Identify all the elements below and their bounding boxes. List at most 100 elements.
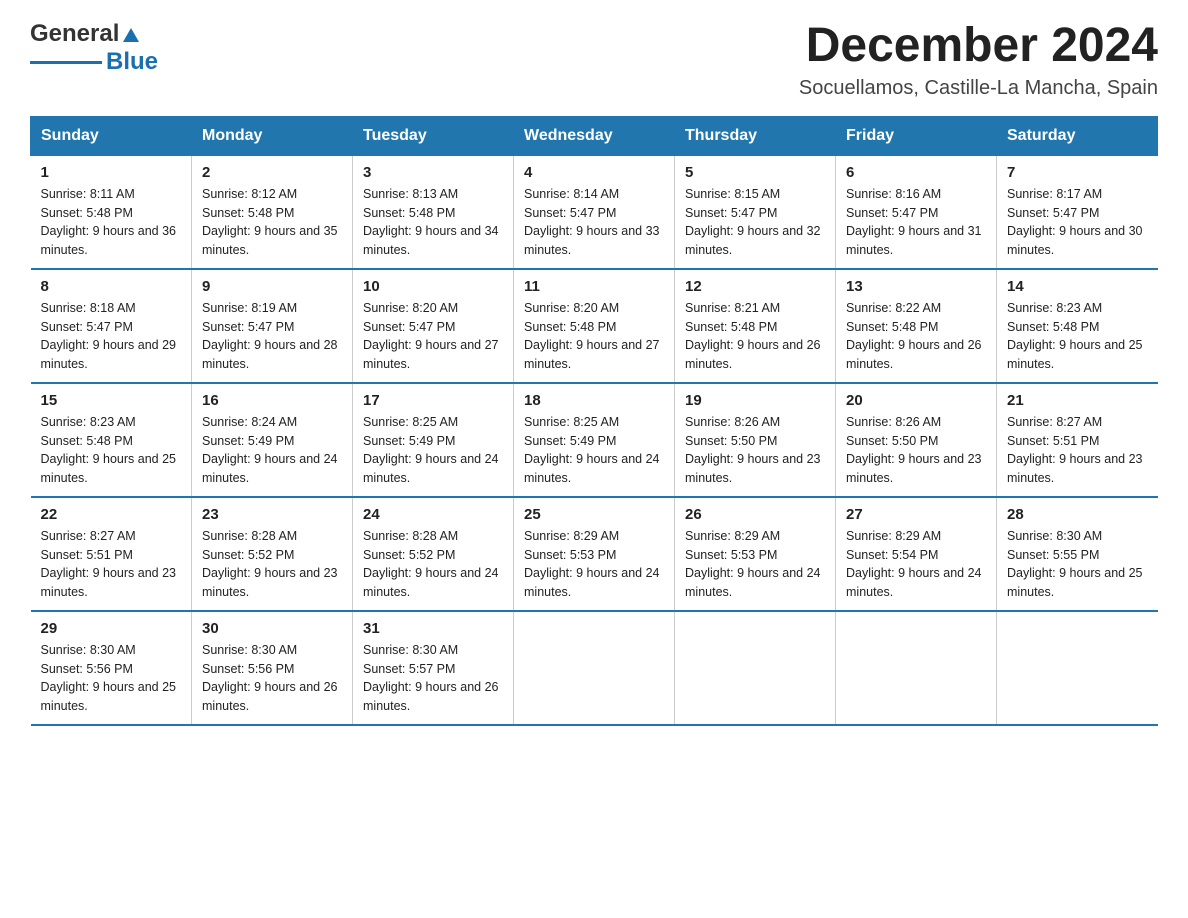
calendar-day-cell: 7 Sunrise: 8:17 AM Sunset: 5:47 PM Dayli…: [997, 155, 1158, 269]
header-wednesday: Wednesday: [514, 116, 675, 155]
weekday-header-row: Sunday Monday Tuesday Wednesday Thursday…: [31, 116, 1158, 155]
logo-general-text: General: [30, 20, 119, 48]
day-info: Sunrise: 8:22 AM Sunset: 5:48 PM Dayligh…: [846, 299, 986, 374]
day-info: Sunrise: 8:28 AM Sunset: 5:52 PM Dayligh…: [363, 527, 503, 602]
day-info: Sunrise: 8:20 AM Sunset: 5:48 PM Dayligh…: [524, 299, 664, 374]
calendar-day-cell: 29 Sunrise: 8:30 AM Sunset: 5:56 PM Dayl…: [31, 611, 192, 725]
calendar-day-cell: 5 Sunrise: 8:15 AM Sunset: 5:47 PM Dayli…: [675, 155, 836, 269]
calendar-day-cell: 21 Sunrise: 8:27 AM Sunset: 5:51 PM Dayl…: [997, 383, 1158, 497]
day-number: 4: [524, 164, 664, 181]
day-number: 20: [846, 392, 986, 409]
calendar-day-cell: 15 Sunrise: 8:23 AM Sunset: 5:48 PM Dayl…: [31, 383, 192, 497]
calendar-day-cell: 14 Sunrise: 8:23 AM Sunset: 5:48 PM Dayl…: [997, 269, 1158, 383]
day-number: 27: [846, 506, 986, 523]
calendar-day-cell: 13 Sunrise: 8:22 AM Sunset: 5:48 PM Dayl…: [836, 269, 997, 383]
calendar-day-cell: 3 Sunrise: 8:13 AM Sunset: 5:48 PM Dayli…: [353, 155, 514, 269]
calendar-week-row: 29 Sunrise: 8:30 AM Sunset: 5:56 PM Dayl…: [31, 611, 1158, 725]
calendar-week-row: 1 Sunrise: 8:11 AM Sunset: 5:48 PM Dayli…: [31, 155, 1158, 269]
calendar-day-cell: 6 Sunrise: 8:16 AM Sunset: 5:47 PM Dayli…: [836, 155, 997, 269]
header-saturday: Saturday: [997, 116, 1158, 155]
day-info: Sunrise: 8:21 AM Sunset: 5:48 PM Dayligh…: [685, 299, 825, 374]
day-info: Sunrise: 8:23 AM Sunset: 5:48 PM Dayligh…: [1007, 299, 1148, 374]
day-number: 30: [202, 620, 342, 637]
day-info: Sunrise: 8:25 AM Sunset: 5:49 PM Dayligh…: [363, 413, 503, 488]
day-number: 1: [41, 164, 182, 181]
day-info: Sunrise: 8:23 AM Sunset: 5:48 PM Dayligh…: [41, 413, 182, 488]
day-info: Sunrise: 8:18 AM Sunset: 5:47 PM Dayligh…: [41, 299, 182, 374]
day-number: 12: [685, 278, 825, 295]
logo-triangle-icon: [122, 26, 140, 44]
calendar-day-cell: 26 Sunrise: 8:29 AM Sunset: 5:53 PM Dayl…: [675, 497, 836, 611]
day-number: 26: [685, 506, 825, 523]
calendar-day-cell: 17 Sunrise: 8:25 AM Sunset: 5:49 PM Dayl…: [353, 383, 514, 497]
day-number: 22: [41, 506, 182, 523]
day-number: 11: [524, 278, 664, 295]
day-info: Sunrise: 8:30 AM Sunset: 5:55 PM Dayligh…: [1007, 527, 1148, 602]
calendar-day-cell: [675, 611, 836, 725]
calendar-day-cell: 28 Sunrise: 8:30 AM Sunset: 5:55 PM Dayl…: [997, 497, 1158, 611]
day-info: Sunrise: 8:15 AM Sunset: 5:47 PM Dayligh…: [685, 185, 825, 260]
calendar-day-cell: 24 Sunrise: 8:28 AM Sunset: 5:52 PM Dayl…: [353, 497, 514, 611]
day-info: Sunrise: 8:25 AM Sunset: 5:49 PM Dayligh…: [524, 413, 664, 488]
header-sunday: Sunday: [31, 116, 192, 155]
calendar-day-cell: 11 Sunrise: 8:20 AM Sunset: 5:48 PM Dayl…: [514, 269, 675, 383]
calendar-table: Sunday Monday Tuesday Wednesday Thursday…: [30, 116, 1158, 726]
day-info: Sunrise: 8:28 AM Sunset: 5:52 PM Dayligh…: [202, 527, 342, 602]
calendar-week-row: 15 Sunrise: 8:23 AM Sunset: 5:48 PM Dayl…: [31, 383, 1158, 497]
day-info: Sunrise: 8:20 AM Sunset: 5:47 PM Dayligh…: [363, 299, 503, 374]
day-number: 31: [363, 620, 503, 637]
day-number: 25: [524, 506, 664, 523]
header-monday: Monday: [192, 116, 353, 155]
day-number: 6: [846, 164, 986, 181]
header-friday: Friday: [836, 116, 997, 155]
header-thursday: Thursday: [675, 116, 836, 155]
day-info: Sunrise: 8:19 AM Sunset: 5:47 PM Dayligh…: [202, 299, 342, 374]
day-info: Sunrise: 8:24 AM Sunset: 5:49 PM Dayligh…: [202, 413, 342, 488]
day-number: 17: [363, 392, 503, 409]
calendar-day-cell: [514, 611, 675, 725]
calendar-day-cell: 10 Sunrise: 8:20 AM Sunset: 5:47 PM Dayl…: [353, 269, 514, 383]
day-info: Sunrise: 8:30 AM Sunset: 5:57 PM Dayligh…: [363, 641, 503, 716]
calendar-day-cell: 4 Sunrise: 8:14 AM Sunset: 5:47 PM Dayli…: [514, 155, 675, 269]
day-info: Sunrise: 8:30 AM Sunset: 5:56 PM Dayligh…: [41, 641, 182, 716]
calendar-week-row: 8 Sunrise: 8:18 AM Sunset: 5:47 PM Dayli…: [31, 269, 1158, 383]
day-info: Sunrise: 8:26 AM Sunset: 5:50 PM Dayligh…: [685, 413, 825, 488]
calendar-day-cell: 22 Sunrise: 8:27 AM Sunset: 5:51 PM Dayl…: [31, 497, 192, 611]
day-number: 5: [685, 164, 825, 181]
day-number: 23: [202, 506, 342, 523]
day-info: Sunrise: 8:12 AM Sunset: 5:48 PM Dayligh…: [202, 185, 342, 260]
day-info: Sunrise: 8:16 AM Sunset: 5:47 PM Dayligh…: [846, 185, 986, 260]
calendar-day-cell: 23 Sunrise: 8:28 AM Sunset: 5:52 PM Dayl…: [192, 497, 353, 611]
calendar-day-cell: 31 Sunrise: 8:30 AM Sunset: 5:57 PM Dayl…: [353, 611, 514, 725]
calendar-day-cell: [836, 611, 997, 725]
day-number: 21: [1007, 392, 1148, 409]
calendar-day-cell: 8 Sunrise: 8:18 AM Sunset: 5:47 PM Dayli…: [31, 269, 192, 383]
day-number: 15: [41, 392, 182, 409]
day-info: Sunrise: 8:27 AM Sunset: 5:51 PM Dayligh…: [1007, 413, 1148, 488]
header-right: December 2024 Socuellamos, Castille-La M…: [799, 20, 1158, 100]
calendar-day-cell: 16 Sunrise: 8:24 AM Sunset: 5:49 PM Dayl…: [192, 383, 353, 497]
calendar-week-row: 22 Sunrise: 8:27 AM Sunset: 5:51 PM Dayl…: [31, 497, 1158, 611]
day-number: 13: [846, 278, 986, 295]
calendar-day-cell: 12 Sunrise: 8:21 AM Sunset: 5:48 PM Dayl…: [675, 269, 836, 383]
logo: General Blue: [30, 20, 158, 76]
day-info: Sunrise: 8:29 AM Sunset: 5:53 PM Dayligh…: [524, 527, 664, 602]
day-info: Sunrise: 8:29 AM Sunset: 5:54 PM Dayligh…: [846, 527, 986, 602]
calendar-day-cell: 1 Sunrise: 8:11 AM Sunset: 5:48 PM Dayli…: [31, 155, 192, 269]
calendar-day-cell: 2 Sunrise: 8:12 AM Sunset: 5:48 PM Dayli…: [192, 155, 353, 269]
calendar-day-cell: 19 Sunrise: 8:26 AM Sunset: 5:50 PM Dayl…: [675, 383, 836, 497]
day-info: Sunrise: 8:29 AM Sunset: 5:53 PM Dayligh…: [685, 527, 825, 602]
day-number: 3: [363, 164, 503, 181]
day-number: 14: [1007, 278, 1148, 295]
day-number: 24: [363, 506, 503, 523]
day-number: 18: [524, 392, 664, 409]
page-header: General Blue December 2024 Socuellamos, …: [30, 20, 1158, 100]
calendar-day-cell: 18 Sunrise: 8:25 AM Sunset: 5:49 PM Dayl…: [514, 383, 675, 497]
day-number: 2: [202, 164, 342, 181]
day-number: 8: [41, 278, 182, 295]
day-number: 28: [1007, 506, 1148, 523]
day-number: 29: [41, 620, 182, 637]
calendar-day-cell: [997, 611, 1158, 725]
day-info: Sunrise: 8:14 AM Sunset: 5:47 PM Dayligh…: [524, 185, 664, 260]
calendar-day-cell: 27 Sunrise: 8:29 AM Sunset: 5:54 PM Dayl…: [836, 497, 997, 611]
